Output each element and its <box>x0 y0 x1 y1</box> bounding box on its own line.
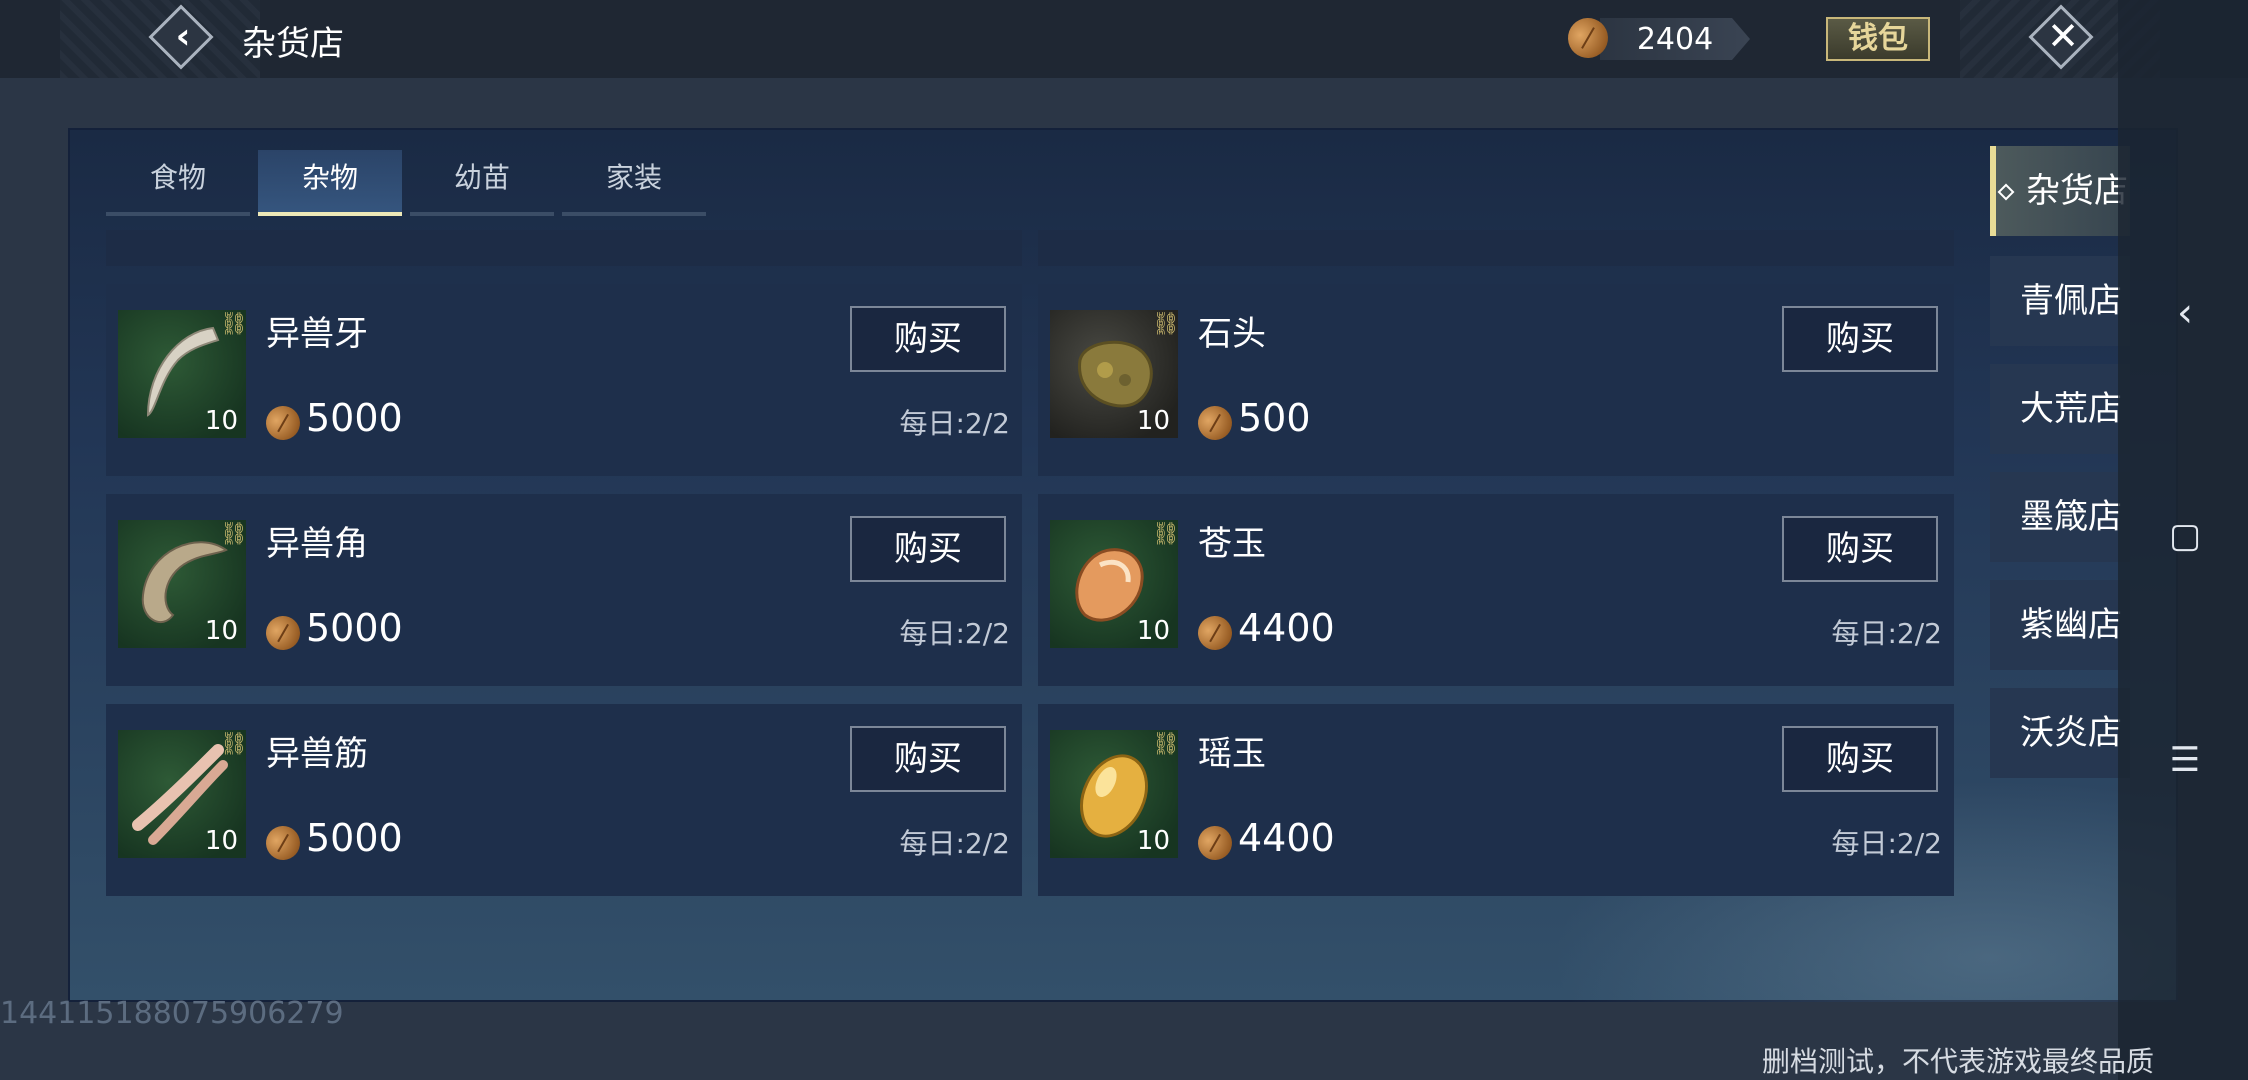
stone-icon: ⛓ 10 <box>1050 310 1178 438</box>
beast-sinew-icon: ⛓ 10 <box>118 730 246 858</box>
back-button[interactable]: ‹ <box>148 4 216 72</box>
bound-link-icon: ⛓ <box>1152 312 1178 337</box>
bound-link-icon: ⛓ <box>1152 732 1178 757</box>
item-name: 异兽筋 <box>266 734 368 774</box>
seed-coin-icon <box>260 400 306 446</box>
item-card[interactable]: ⛓ 10 石头 500 购买 <box>1038 284 1954 476</box>
close-button[interactable]: ✕ <box>2028 4 2096 72</box>
item-card[interactable]: ⛓ 10 瑶玉 4400 购买 每日:2/2 <box>1038 704 1954 896</box>
item-price: 4400 <box>1238 816 1335 860</box>
buy-button[interactable]: 购买 <box>850 516 1006 582</box>
item-quantity: 10 <box>1136 826 1170 856</box>
item-quantity: 10 <box>204 406 238 436</box>
item-price: 500 <box>1238 396 1311 440</box>
build-id: 14411518807590627­9 <box>0 996 344 1031</box>
item-quantity: 10 <box>1136 406 1170 436</box>
azure-jade-icon: ⛓ 10 <box>1050 520 1178 648</box>
currency-display: 2404 <box>1560 11 1790 65</box>
item-name: 苍玉 <box>1198 524 1266 564</box>
seed-coin-icon <box>1192 820 1238 866</box>
seed-coin-icon <box>1192 610 1238 656</box>
daily-limit: 每日:2/2 <box>899 407 1011 440</box>
bound-link-icon: ⛓ <box>1152 522 1178 547</box>
daily-limit: 每日:2/2 <box>1831 617 1943 650</box>
item-price: 5000 <box>306 396 403 440</box>
item-card[interactable]: ⛓ 10 苍玉 4400 购买 每日:2/2 <box>1038 494 1954 686</box>
shop-tab-woyan[interactable]: 沃炎店 <box>1990 688 2130 778</box>
item-name: 异兽牙 <box>266 314 368 354</box>
page-title: 杂货店 <box>242 24 344 64</box>
buy-button[interactable]: 购买 <box>1782 726 1938 792</box>
selected-marker-icon <box>1997 183 2015 201</box>
shop-tab-dahuang[interactable]: 大荒店 <box>1990 364 2130 454</box>
bound-link-icon: ⛓ <box>220 732 246 757</box>
item-price: 5000 <box>306 816 403 860</box>
beast-tooth-icon: ⛓ 10 <box>118 310 246 438</box>
shop-tab-ziyou[interactable]: 紫幽店 <box>1990 580 2130 670</box>
buy-button[interactable]: 购买 <box>850 306 1006 372</box>
item-card[interactable]: ⛓ 10 异兽牙 5000 购买 每日:2/2 <box>106 284 1022 476</box>
item-quantity: 10 <box>204 616 238 646</box>
item-price: 5000 <box>306 606 403 650</box>
item-card[interactable]: ⛓ 10 异兽筋 5000 购买 每日:2/2 <box>106 704 1022 896</box>
item-name: 瑶玉 <box>1198 734 1266 774</box>
item-name: 石头 <box>1198 314 1266 354</box>
buy-button[interactable]: 购买 <box>1782 516 1938 582</box>
shop-tab-mozhen[interactable]: 墨箴店 <box>1990 472 2130 562</box>
item-quantity: 10 <box>204 826 238 856</box>
bound-link-icon: ⛓ <box>220 312 246 337</box>
chevron-left-icon[interactable]: ‹ <box>2150 290 2220 336</box>
item-quantity: 10 <box>1136 616 1170 646</box>
beast-horn-icon: ⛓ 10 <box>118 520 246 648</box>
daily-limit: 每日:2/2 <box>899 617 1011 650</box>
yao-jade-icon: ⛓ 10 <box>1050 730 1178 858</box>
daily-limit: 每日:2/2 <box>899 827 1011 860</box>
item-card[interactable]: ⛓ 10 异兽角 5000 购买 每日:2/2 <box>106 494 1022 686</box>
tab-food[interactable]: 食物 <box>106 150 250 216</box>
list-header-right <box>1038 230 1954 266</box>
disclaimer-text: 删档测试，不代表游戏最终品质 <box>1762 1045 2155 1078</box>
buy-button[interactable]: 购买 <box>1782 306 1938 372</box>
list-header-left <box>106 230 1022 266</box>
daily-limit: 每日:2/2 <box>1831 827 1943 860</box>
item-price: 4400 <box>1238 606 1335 650</box>
seed-coin-icon <box>1192 400 1238 446</box>
tab-seedlings[interactable]: 幼苗 <box>410 150 554 216</box>
wallet-button[interactable]: 钱包 <box>1826 17 1930 61</box>
tab-furnishing[interactable]: 家装 <box>562 150 706 216</box>
seed-coin-icon <box>260 820 306 866</box>
square-home-icon[interactable]: ▢ <box>2150 516 2220 556</box>
currency-amount: 2404 <box>1636 22 1714 57</box>
buy-button[interactable]: 购买 <box>850 726 1006 792</box>
tab-misc[interactable]: 杂物 <box>258 150 402 216</box>
bound-link-icon: ⛓ <box>220 522 246 547</box>
seed-coin-icon <box>260 610 306 656</box>
item-name: 异兽角 <box>266 524 368 564</box>
shop-tab-general[interactable]: 杂货店 <box>1990 146 2130 236</box>
shop-tab-qingpei[interactable]: 青佩店 <box>1990 256 2130 346</box>
hamburger-menu-icon[interactable]: ☰ <box>2150 740 2220 780</box>
